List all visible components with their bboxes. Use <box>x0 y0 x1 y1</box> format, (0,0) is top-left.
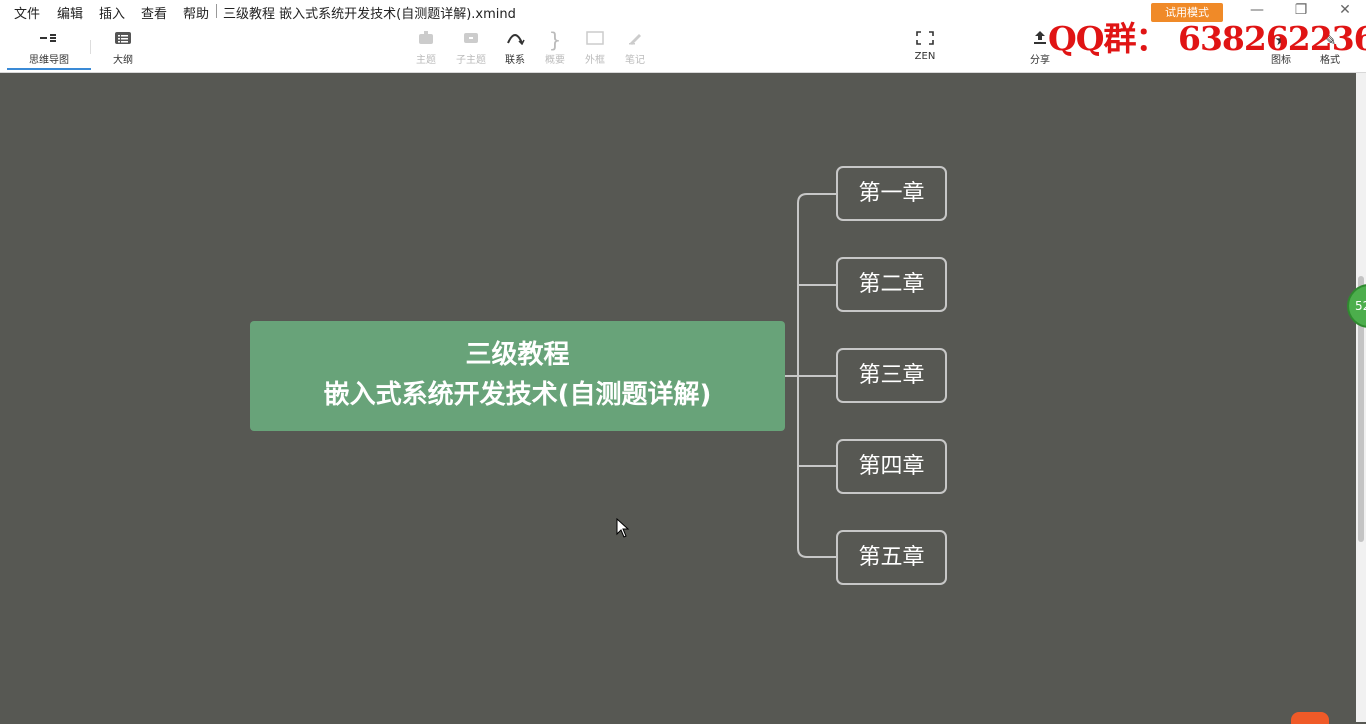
subtopic-chapter-4[interactable]: 第四章 <box>836 439 947 494</box>
root-topic[interactable]: 三级教程 嵌入式系统开发技术(自测题详解) <box>250 321 785 431</box>
root-topic-subtitle: 嵌入式系统开发技术(自测题详解) <box>323 380 712 410</box>
subtopic-chapter-2[interactable]: 第二章 <box>836 257 947 312</box>
root-topic-title: 三级教程 <box>465 340 570 370</box>
mouse-cursor-icon <box>616 518 630 538</box>
subtopic-chapter-5[interactable]: 第五章 <box>836 530 947 585</box>
subtopic-chapter-1[interactable]: 第一章 <box>836 166 947 221</box>
subtopic-chapter-3[interactable]: 第三章 <box>836 348 947 403</box>
corner-logo-icon <box>1291 712 1329 724</box>
